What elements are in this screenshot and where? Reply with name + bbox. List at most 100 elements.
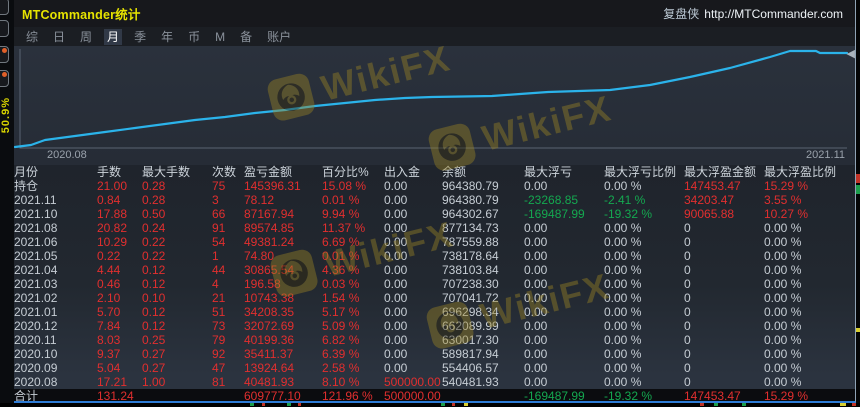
table-cell: 2020.10 (14, 346, 58, 361)
table-cell: 10.27 % (764, 207, 809, 222)
menu-item-综[interactable]: 综 (23, 29, 41, 45)
column-header[interactable]: 最大手数 (142, 166, 212, 179)
table-cell: 0.00 % (764, 374, 802, 389)
table-cell: 17.88 (97, 207, 128, 222)
table-cell: 0.00 (524, 318, 548, 333)
column-header[interactable]: 盈亏金额 (244, 166, 322, 179)
column-header[interactable]: 手数 (97, 166, 142, 179)
table-cell: 0.00 (524, 346, 548, 361)
table-row[interactable]: 2021.08 20.82 0.24 91 89574.85 11.37 % 0.00 877… (14, 222, 855, 236)
table-cell: 0.28 (142, 179, 166, 194)
table-cell: 66 (212, 207, 226, 222)
menu-item-周[interactable]: 周 (77, 29, 95, 45)
table-cell: 0.00 (524, 235, 548, 250)
table-cell: 0.00 % (764, 290, 802, 305)
equity-chart-svg (14, 49, 849, 149)
column-header[interactable]: 最大浮盈金额 (684, 166, 764, 179)
table-cell: 0.00 % (604, 374, 642, 389)
table-row[interactable]: 2021.01 5.70 0.12 51 34208.35 5.17 % 0.00 69629… (14, 305, 855, 319)
menu-item-账户[interactable]: 账户 (264, 29, 294, 45)
axis-start-label: 2020.08 (47, 149, 87, 161)
table-cell: 0.00 % (764, 304, 802, 319)
table-cell: 0.00 (384, 290, 408, 305)
background-app-left-strip: 50.9% (0, 0, 14, 407)
table-cell: 4 (212, 277, 219, 292)
table-cell: 500000.00 (384, 374, 441, 389)
table-row[interactable]: 2020.09 5.04 0.27 47 13924.64 2.58 % 0.00 55440… (14, 361, 855, 375)
table-cell: 17.21 (97, 374, 128, 389)
table-cell: 51 (212, 304, 226, 319)
table-row[interactable]: 2020.12 7.84 0.12 73 32072.69 5.09 % 0.00 66208… (14, 319, 855, 333)
table-row[interactable]: 2021.03 0.46 0.12 4 196.58 0.03 % 0.00 707238.3… (14, 278, 855, 292)
column-header[interactable]: 出入金 (384, 166, 442, 179)
table-cell: 964380.79 (442, 179, 499, 194)
title-bar[interactable]: MTCommander统计 复盘侠 http://MTCommander.com (14, 0, 855, 27)
table-row[interactable]: 2021.10 17.88 0.50 66 87167.94 9.94 % 0.00 9643… (14, 208, 855, 222)
table-row[interactable]: 2021.05 0.22 0.22 1 74.80 0.01 % 0.00 738178.64… (14, 250, 855, 264)
table-cell: 0 (684, 290, 691, 305)
table-row[interactable]: 2021.06 10.29 0.22 54 49381.24 6.69 % 0.00 7875… (14, 236, 855, 250)
menu-item-日[interactable]: 日 (50, 29, 68, 45)
menu-item-月[interactable]: 月 (104, 28, 123, 45)
table-cell: 30865.54 (244, 263, 295, 278)
column-header[interactable]: 最大浮亏比例 (604, 166, 684, 179)
table-cell: 2021.08 (14, 221, 58, 236)
table-cell: 0.00 (524, 221, 548, 236)
table-cell: 32072.69 (244, 318, 295, 333)
equity-chart[interactable]: 2020.08 2021.11 ◀ (14, 46, 855, 165)
table-cell: 0.50 (142, 207, 166, 222)
table-cell: 0.00 % (764, 318, 802, 333)
table-cell: 707238.30 (442, 277, 499, 292)
table-row[interactable]: 2021.11 0.84 0.28 3 78.12 0.01 % 0.00 964380.79… (14, 194, 855, 208)
table-cell: 2020.12 (14, 318, 58, 333)
total-row[interactable]: 合计 131.24 609777.10 121.96 % 500000.00 -16948… (14, 388, 855, 403)
table-cell: 2021.06 (14, 235, 58, 250)
table-cell: 0.00 % (764, 221, 802, 236)
menu-item-备[interactable]: 备 (237, 29, 255, 45)
table-cell: 0.00 (524, 263, 548, 278)
table-body: 持仓 21.00 0.28 75 145396.31 15.08 % 0.00 964380.… (14, 180, 855, 403)
column-header[interactable]: 月份 (14, 166, 97, 179)
table-cell: -19.32 % (604, 207, 653, 222)
table-cell: 3 (212, 193, 219, 208)
table-cell: 87167.94 (244, 207, 295, 222)
table-cell: -23268.85 (524, 193, 579, 208)
menu-item-季[interactable]: 季 (131, 29, 149, 45)
menu-item-币[interactable]: 币 (185, 29, 203, 45)
background-window-icon (0, 70, 9, 87)
table-cell: 609777.10 (244, 388, 301, 403)
column-header[interactable]: 最大浮盈比例 (764, 166, 842, 179)
column-header[interactable]: 次数 (212, 166, 244, 179)
scroll-arrow-icon[interactable]: ◀ (847, 49, 855, 60)
brand-url: http://MTCommander.com (704, 7, 843, 21)
table-cell: 2021.05 (14, 249, 58, 264)
column-header[interactable]: 余额 (442, 166, 524, 179)
table-row[interactable]: 2020.11 8.03 0.25 79 40199.36 6.82 % 0.00 63001… (14, 333, 855, 347)
table-cell: 0.00 (384, 318, 408, 333)
table-row[interactable]: 2020.10 9.37 0.27 92 35411.37 6.39 % 0.00 58981… (14, 347, 855, 361)
table-cell: 10.29 (97, 235, 128, 250)
table-row[interactable]: 2020.08 17.21 1.00 81 40481.93 8.10 % 500000.0… (14, 375, 855, 389)
table-cell: 79 (212, 332, 226, 347)
table-cell: 4.44 (97, 263, 121, 278)
table-row[interactable]: 持仓 21.00 0.28 75 145396.31 15.08 % 0.00 964380.… (14, 180, 855, 194)
menu-item-年[interactable]: 年 (158, 29, 176, 45)
table-cell: 13924.64 (244, 360, 295, 375)
column-header[interactable]: 最大浮亏 (524, 166, 604, 179)
background-speck (856, 174, 860, 183)
table-cell: 0.00 (524, 290, 548, 305)
table-cell: 0.27 (142, 346, 166, 361)
brand-name: 复盘侠 (663, 7, 700, 21)
table-cell: 0.00 (524, 277, 548, 292)
table-cell: 47 (212, 360, 226, 375)
table-cell: 40199.36 (244, 332, 295, 347)
table-cell: -169487.99 (524, 388, 585, 403)
table-cell: 44 (212, 263, 226, 278)
menu-item-M[interactable]: M (212, 29, 228, 45)
table-cell: 738178.64 (442, 249, 499, 264)
table-row[interactable]: 2021.02 2.10 0.10 21 10743.38 1.54 % 0.00 70704… (14, 290, 855, 306)
column-header[interactable]: 百分比% (322, 166, 384, 179)
table-cell: 0.00 (384, 332, 408, 347)
table-cell: 0 (684, 374, 691, 389)
table-row[interactable]: 2021.04 4.44 0.12 44 30865.54 4.36 % 0.00 73810… (14, 264, 855, 278)
